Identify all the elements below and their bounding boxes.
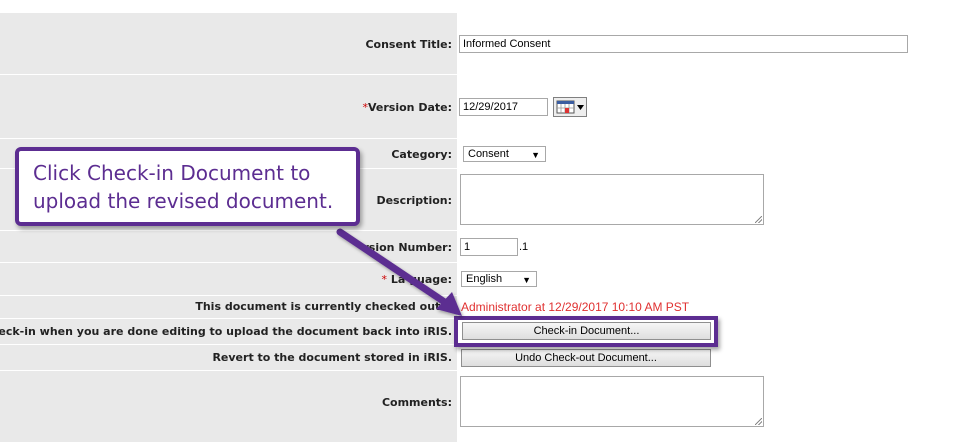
checkin-highlight-box <box>454 316 718 347</box>
chevron-down-icon <box>577 105 584 110</box>
version-number-label: rsion Number: <box>363 241 452 254</box>
revert-label: Revert to the document stored in iRIS. <box>212 351 452 364</box>
language-value: English <box>466 273 503 285</box>
required-marker: * <box>381 273 388 286</box>
version-number-suffix: .1 <box>519 241 529 253</box>
version-date-input[interactable] <box>459 98 548 116</box>
language-label: * La guage: <box>382 273 452 286</box>
version-date-label: *Version Date: <box>362 101 452 114</box>
undo-checkout-button[interactable]: Undo Check-out Document... <box>461 349 711 367</box>
calendar-icon <box>556 100 584 114</box>
comments-textarea[interactable] <box>460 376 764 427</box>
resize-grip-icon[interactable] <box>755 216 762 223</box>
comments-field-wrap <box>460 376 764 427</box>
category-label: Category: <box>391 148 452 161</box>
chevron-down-icon: ▼ <box>522 275 531 285</box>
description-textarea[interactable] <box>460 174 764 225</box>
row-divider <box>0 344 457 345</box>
description-field-wrap <box>460 174 764 225</box>
calendar-button[interactable] <box>553 97 587 117</box>
label-column <box>0 13 457 442</box>
consent-title-label: Consent Title: <box>365 38 452 51</box>
row-divider <box>0 230 457 231</box>
comments-label: Comments: <box>381 396 452 409</box>
row-divider <box>0 74 457 75</box>
instruction-callout: Click Check-in Document to upload the re… <box>15 147 360 226</box>
row-divider <box>0 262 457 263</box>
row-divider <box>0 295 457 296</box>
row-divider <box>0 370 457 371</box>
category-value: Consent <box>468 148 509 160</box>
language-select[interactable]: English ▼ <box>461 271 537 287</box>
description-label: Description: <box>376 194 452 207</box>
chevron-down-icon: ▼ <box>531 150 540 160</box>
resize-grip-icon[interactable] <box>755 418 762 425</box>
category-select[interactable]: Consent ▼ <box>463 146 546 162</box>
language-label-text: La guage: <box>390 273 452 286</box>
row-divider <box>0 318 457 319</box>
checked-out-status: Administrator at 12/29/2017 10:10 AM PST <box>461 300 690 314</box>
version-number-input[interactable] <box>460 238 518 256</box>
version-date-label-text: Version Date: <box>367 101 452 114</box>
checkin-label: Check-in when you are done editing to up… <box>0 325 452 338</box>
checked-out-label: This document is currently checked out b <box>195 300 452 313</box>
row-divider <box>0 138 457 139</box>
consent-title-input[interactable] <box>459 35 908 53</box>
callout-text: Click Check-in Document to upload the re… <box>33 161 334 213</box>
